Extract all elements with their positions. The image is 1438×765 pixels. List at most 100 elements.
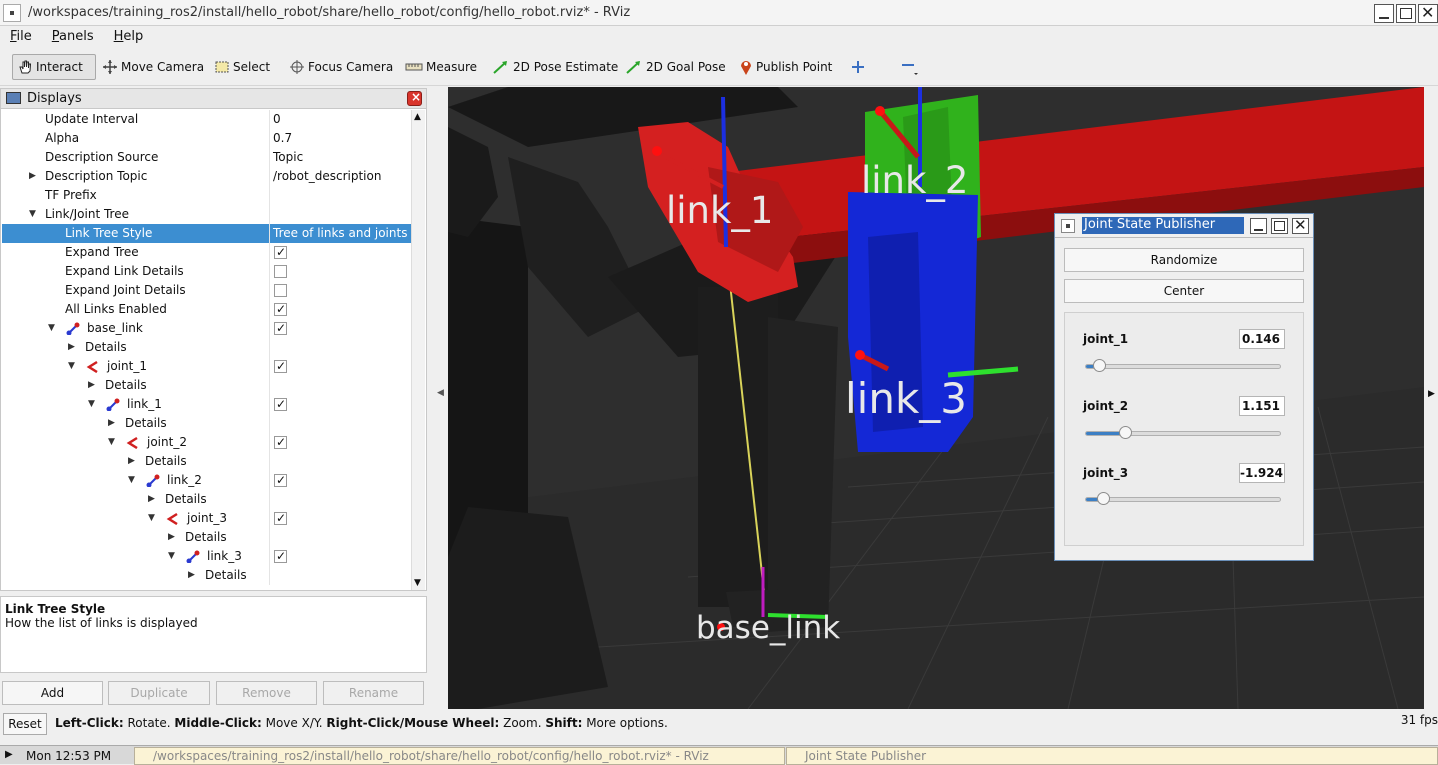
collapse-left-icon[interactable]: ◀ bbox=[437, 388, 444, 398]
focus-camera-tool[interactable]: Focus Camera bbox=[285, 54, 397, 80]
prop-value[interactable]: /robot_description bbox=[269, 167, 411, 186]
prop-row[interactable]: TF Prefix bbox=[2, 186, 411, 205]
prop-row[interactable]: ▼ Link/Joint Tree bbox=[2, 205, 411, 224]
prop-value[interactable]: 0 bbox=[269, 110, 411, 129]
checkbox[interactable] bbox=[274, 547, 287, 566]
prop-row[interactable]: All Links Enabled bbox=[2, 300, 411, 319]
tree-link-row[interactable]: ▼ link_1 bbox=[2, 395, 411, 414]
prop-row[interactable]: Expand Link Details bbox=[2, 262, 411, 281]
jsp-close-button[interactable]: ✕ bbox=[1292, 216, 1309, 234]
tree-link-row[interactable]: ▼ link_3 bbox=[2, 547, 411, 566]
checkbox[interactable] bbox=[274, 471, 287, 490]
prop-name: Description Topic bbox=[45, 169, 148, 183]
tree-joint-row[interactable]: ▼ joint_2 bbox=[2, 433, 411, 452]
slider-thumb[interactable] bbox=[1096, 492, 1110, 505]
prop-value[interactable] bbox=[269, 186, 411, 205]
menu-help[interactable]: Help bbox=[104, 26, 154, 44]
prop-value[interactable]: Tree of links and joints bbox=[269, 224, 411, 243]
move-camera-tool[interactable]: Move Camera bbox=[98, 54, 208, 80]
start-menu-icon[interactable]: ▶ bbox=[5, 749, 13, 760]
prop-row[interactable]: ▶ Description Topic/robot_description bbox=[2, 167, 411, 186]
prop-row-selected[interactable]: Link Tree Style Tree of links and joints bbox=[2, 224, 411, 243]
tree-details-row[interactable]: ▶ Details bbox=[2, 452, 411, 471]
checkbox[interactable] bbox=[274, 357, 287, 376]
joint-name: joint_3 bbox=[187, 511, 227, 525]
tree-details-row[interactable]: ▶ Details bbox=[2, 338, 411, 357]
prop-value[interactable]: 0.7 bbox=[269, 129, 411, 148]
displays-scrollbar[interactable]: ▲ ▼ bbox=[411, 110, 425, 590]
add-display-button[interactable]: Add bbox=[2, 681, 103, 705]
displays-panel: Displays Update Interval 0 Alpha 0.7 Descr… bbox=[0, 88, 427, 591]
prop-row[interactable]: Expand Joint Details bbox=[2, 281, 411, 300]
tree-details-row[interactable]: ▶ Details bbox=[2, 414, 411, 433]
scroll-down-icon[interactable]: ▼ bbox=[414, 578, 421, 588]
details-label: Details bbox=[205, 568, 247, 582]
center-button[interactable]: Center bbox=[1064, 279, 1304, 303]
checkbox[interactable] bbox=[274, 243, 287, 262]
jsp-minimize-button[interactable] bbox=[1250, 218, 1267, 234]
pose-estimate-tool[interactable]: 2D Pose Estimate bbox=[488, 54, 622, 80]
checkbox[interactable] bbox=[274, 319, 287, 338]
joint-3-value[interactable]: -1.924 bbox=[1239, 463, 1285, 483]
taskbar-item-rviz[interactable]: /workspaces/training_ros2/install/hello_… bbox=[134, 747, 785, 765]
select-tool[interactable]: Select bbox=[210, 54, 274, 80]
checkbox[interactable] bbox=[274, 284, 287, 297]
slider-thumb[interactable] bbox=[1093, 359, 1107, 372]
jsp-titlebar[interactable]: Joint State Publisher ✕ bbox=[1055, 214, 1313, 238]
tree-link-row[interactable]: ▼ base_link bbox=[2, 319, 411, 338]
left-splitter[interactable]: ◀ bbox=[432, 88, 446, 708]
jsp-maximize-button[interactable] bbox=[1271, 218, 1288, 234]
interact-tool[interactable]: Interact bbox=[12, 54, 96, 80]
checkbox[interactable] bbox=[274, 395, 287, 414]
tree-link-row[interactable]: ▼ link_2 bbox=[2, 471, 411, 490]
scroll-up-icon[interactable]: ▲ bbox=[414, 112, 421, 122]
measure-tool[interactable]: Measure bbox=[401, 54, 481, 80]
joint-2-slider[interactable] bbox=[1085, 426, 1281, 439]
rename-button[interactable]: Rename bbox=[323, 681, 424, 705]
slider-thumb[interactable] bbox=[1118, 426, 1132, 439]
tree-details-row[interactable]: ▶ Details bbox=[2, 566, 411, 585]
right-splitter[interactable]: ▶ bbox=[1424, 87, 1438, 709]
prop-name: Expand Tree bbox=[65, 245, 139, 259]
prop-row[interactable]: Description Source Topic bbox=[2, 148, 411, 167]
tree-joint-row[interactable]: ▼ joint_1 bbox=[2, 357, 411, 376]
remove-button[interactable]: Remove bbox=[216, 681, 317, 705]
prop-row[interactable]: Expand Tree bbox=[2, 243, 411, 262]
prop-name: Expand Joint Details bbox=[65, 283, 186, 297]
window-menu-button[interactable] bbox=[3, 4, 21, 22]
prop-row[interactable]: Update Interval 0 bbox=[2, 110, 411, 129]
randomize-button[interactable]: Randomize bbox=[1064, 248, 1304, 272]
close-button[interactable]: ✕ bbox=[1418, 3, 1438, 23]
tree-details-row[interactable]: ▶ Details bbox=[2, 490, 411, 509]
taskbar-item-jsp[interactable]: Joint State Publisher bbox=[786, 747, 1438, 765]
joint-sliders-group: joint_1 0.146 joint_2 1.151 joint_3 -1.9… bbox=[1064, 312, 1304, 546]
checkbox[interactable] bbox=[274, 509, 287, 528]
jsp-window-menu-button[interactable] bbox=[1061, 219, 1075, 233]
prop-name: Alpha bbox=[45, 131, 80, 145]
menu-panels[interactable]: Panels bbox=[42, 26, 104, 44]
prop-row[interactable]: Alpha 0.7 bbox=[2, 129, 411, 148]
publish-point-tool[interactable]: Publish Point bbox=[735, 54, 836, 80]
tree-details-row[interactable]: ▶ Details bbox=[2, 376, 411, 395]
joint-1-slider[interactable] bbox=[1085, 359, 1281, 372]
duplicate-button[interactable]: Duplicate bbox=[108, 681, 210, 705]
joint-state-publisher-window: Joint State Publisher ✕ Randomize Center… bbox=[1054, 213, 1314, 561]
tree-joint-row[interactable]: ▼ joint_3 bbox=[2, 509, 411, 528]
goal-pose-tool[interactable]: 2D Goal Pose bbox=[621, 54, 730, 80]
checkbox[interactable] bbox=[274, 300, 287, 319]
joint-3-slider[interactable] bbox=[1085, 492, 1281, 505]
menu-file[interactable]: File bbox=[0, 26, 42, 44]
checkbox[interactable] bbox=[274, 265, 287, 278]
minimize-button[interactable] bbox=[1374, 4, 1394, 23]
prop-value[interactable]: Topic bbox=[269, 148, 411, 167]
remove-tool-button[interactable] bbox=[895, 54, 926, 80]
expand-right-icon[interactable]: ▶ bbox=[1428, 389, 1435, 399]
maximize-button[interactable] bbox=[1396, 4, 1416, 23]
tree-details-row[interactable]: ▶ Details bbox=[2, 528, 411, 547]
close-panel-button[interactable] bbox=[407, 90, 422, 106]
reset-button[interactable]: Reset bbox=[3, 713, 47, 735]
joint-1-value[interactable]: 0.146 bbox=[1239, 329, 1285, 349]
joint-2-value[interactable]: 1.151 bbox=[1239, 396, 1285, 416]
add-tool-button[interactable] bbox=[846, 54, 873, 80]
checkbox[interactable] bbox=[274, 433, 287, 452]
